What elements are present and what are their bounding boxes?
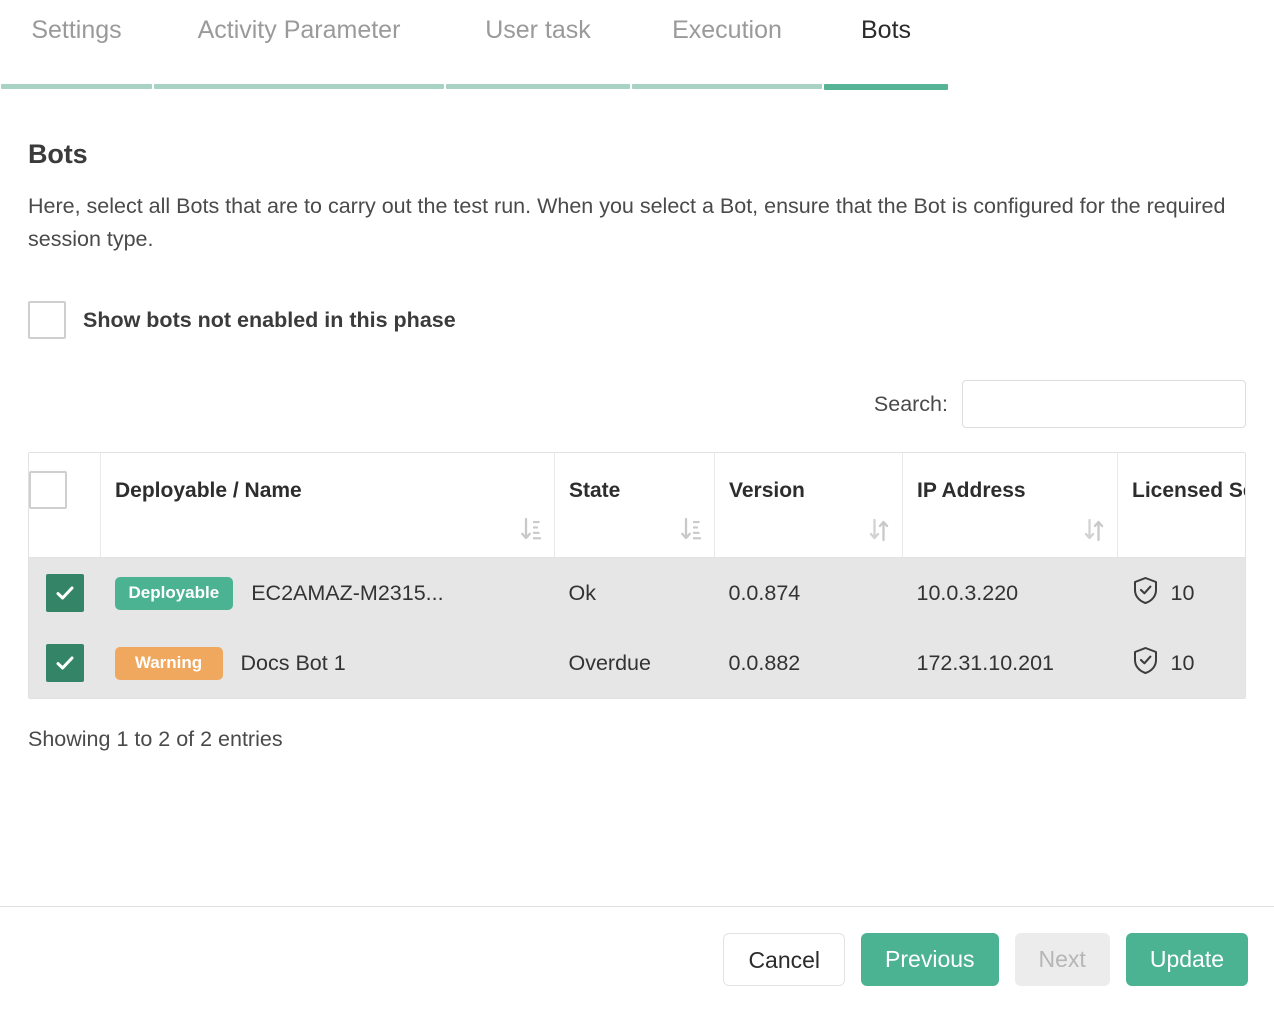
sort-amount-down-icon (520, 517, 542, 543)
next-button[interactable]: Next (1014, 933, 1110, 986)
tab-execution[interactable]: Execution (631, 0, 823, 93)
row-ip-cell: 172.31.10.201 (902, 628, 1118, 698)
column-header-label: State (569, 479, 621, 502)
show-disabled-bots-checkbox[interactable] (28, 301, 66, 339)
table-row[interactable]: Deployable EC2AMAZ-M2315... Ok 0.0.874 1… (29, 557, 1245, 628)
column-header-deployable-name[interactable]: Deployable / Name (100, 453, 555, 558)
column-header-ip-address[interactable]: IP Address (902, 453, 1118, 558)
sort-amount-down-icon (680, 517, 702, 543)
search-row: Search: (28, 380, 1246, 428)
column-header-label: Licensed Sessions (1132, 479, 1245, 502)
sort-icon (1083, 517, 1105, 543)
previous-button[interactable]: Previous (861, 933, 999, 986)
column-header-label: IP Address (917, 479, 1026, 502)
column-header-state[interactable]: State (554, 453, 715, 558)
sort-icon (868, 517, 890, 543)
table-info: Showing 1 to 2 of 2 entries (28, 727, 283, 751)
column-header-licensed-sessions[interactable]: Licensed Sessions (1117, 453, 1245, 558)
row-ip-cell: 10.0.3.220 (902, 557, 1118, 628)
tab-activity-parameter-label: Activity Parameter (197, 16, 401, 44)
row-licensed-sessions-cell: 10 (1117, 557, 1245, 628)
tab-underline (154, 84, 444, 89)
status-badge: Deployable (114, 576, 234, 610)
check-icon (56, 586, 74, 600)
row-select-cell (29, 628, 101, 698)
main-content: Bots Here, select all Bots that are to c… (0, 139, 1274, 752)
shield-check-icon (1132, 576, 1159, 611)
tab-settings[interactable]: Settings (0, 0, 153, 93)
tab-bar: Settings Activity Parameter User task Ex… (0, 0, 1274, 93)
update-button[interactable]: Update (1125, 933, 1248, 986)
table-header-row: Deployable / Name State Version IP Addre… (29, 453, 1245, 558)
tab-underline-active (824, 84, 948, 90)
page-title: Bots (28, 139, 88, 169)
row-state-cell: Overdue (554, 628, 715, 698)
bots-table-body: Deployable EC2AMAZ-M2315... Ok 0.0.874 1… (29, 557, 1245, 698)
licensed-sessions-value: 10 (1170, 580, 1195, 605)
tab-execution-label: Execution (672, 16, 782, 44)
row-state-cell: Ok (554, 557, 715, 628)
bot-name: EC2AMAZ-M2315... (251, 580, 444, 605)
show-disabled-bots-row[interactable]: Show bots not enabled in this phase (28, 301, 1246, 339)
tab-user-task-label: User task (485, 16, 591, 44)
show-disabled-bots-label[interactable]: Show bots not enabled in this phase (83, 308, 456, 333)
shield-check-icon (1132, 646, 1159, 681)
bots-table-container: Deployable / Name State Version IP Addre… (28, 452, 1246, 699)
select-all-header (29, 453, 101, 558)
row-version-cell: 0.0.874 (714, 557, 903, 628)
tab-activity-parameter[interactable]: Activity Parameter (153, 0, 445, 93)
row-select-checkbox[interactable] (45, 574, 84, 612)
column-header-version[interactable]: Version (714, 453, 903, 558)
row-name-cell: Deployable EC2AMAZ-M2315... (100, 557, 555, 628)
status-badge: Warning (114, 646, 223, 680)
tab-underline (1, 84, 152, 89)
page-description: Here, select all Bots that are to carry … (28, 194, 1226, 251)
check-icon (56, 656, 74, 670)
column-header-label: Deployable / Name (115, 479, 302, 502)
row-version-cell: 0.0.882 (714, 628, 903, 698)
tab-bots[interactable]: Bots (823, 0, 949, 93)
tab-list: Settings Activity Parameter User task Ex… (0, 0, 1274, 93)
select-all-checkbox[interactable] (29, 471, 67, 509)
bots-table-head: Deployable / Name State Version IP Addre… (29, 453, 1245, 558)
column-header-label: Version (729, 479, 805, 502)
row-select-cell (29, 557, 101, 628)
search-input[interactable] (962, 380, 1246, 428)
bots-table: Deployable / Name State Version IP Addre… (29, 453, 1245, 698)
row-select-checkbox[interactable] (45, 644, 84, 682)
search-label: Search: (873, 391, 948, 416)
tab-underline (632, 84, 822, 89)
tab-underline (446, 84, 630, 89)
row-name-cell: Warning Docs Bot 1 (100, 628, 555, 698)
tab-bots-label: Bots (860, 16, 912, 44)
cancel-button[interactable]: Cancel (723, 933, 846, 986)
licensed-sessions-value: 10 (1170, 650, 1195, 675)
table-row[interactable]: Warning Docs Bot 1 Overdue 0.0.882 172.3… (29, 628, 1245, 698)
tab-user-task[interactable]: User task (445, 0, 631, 93)
bot-name: Docs Bot 1 (240, 650, 346, 675)
row-licensed-sessions-cell: 10 (1117, 628, 1245, 698)
footer-actions: Cancel Previous Next Update (0, 907, 1274, 1012)
tab-settings-label: Settings (31, 16, 122, 44)
